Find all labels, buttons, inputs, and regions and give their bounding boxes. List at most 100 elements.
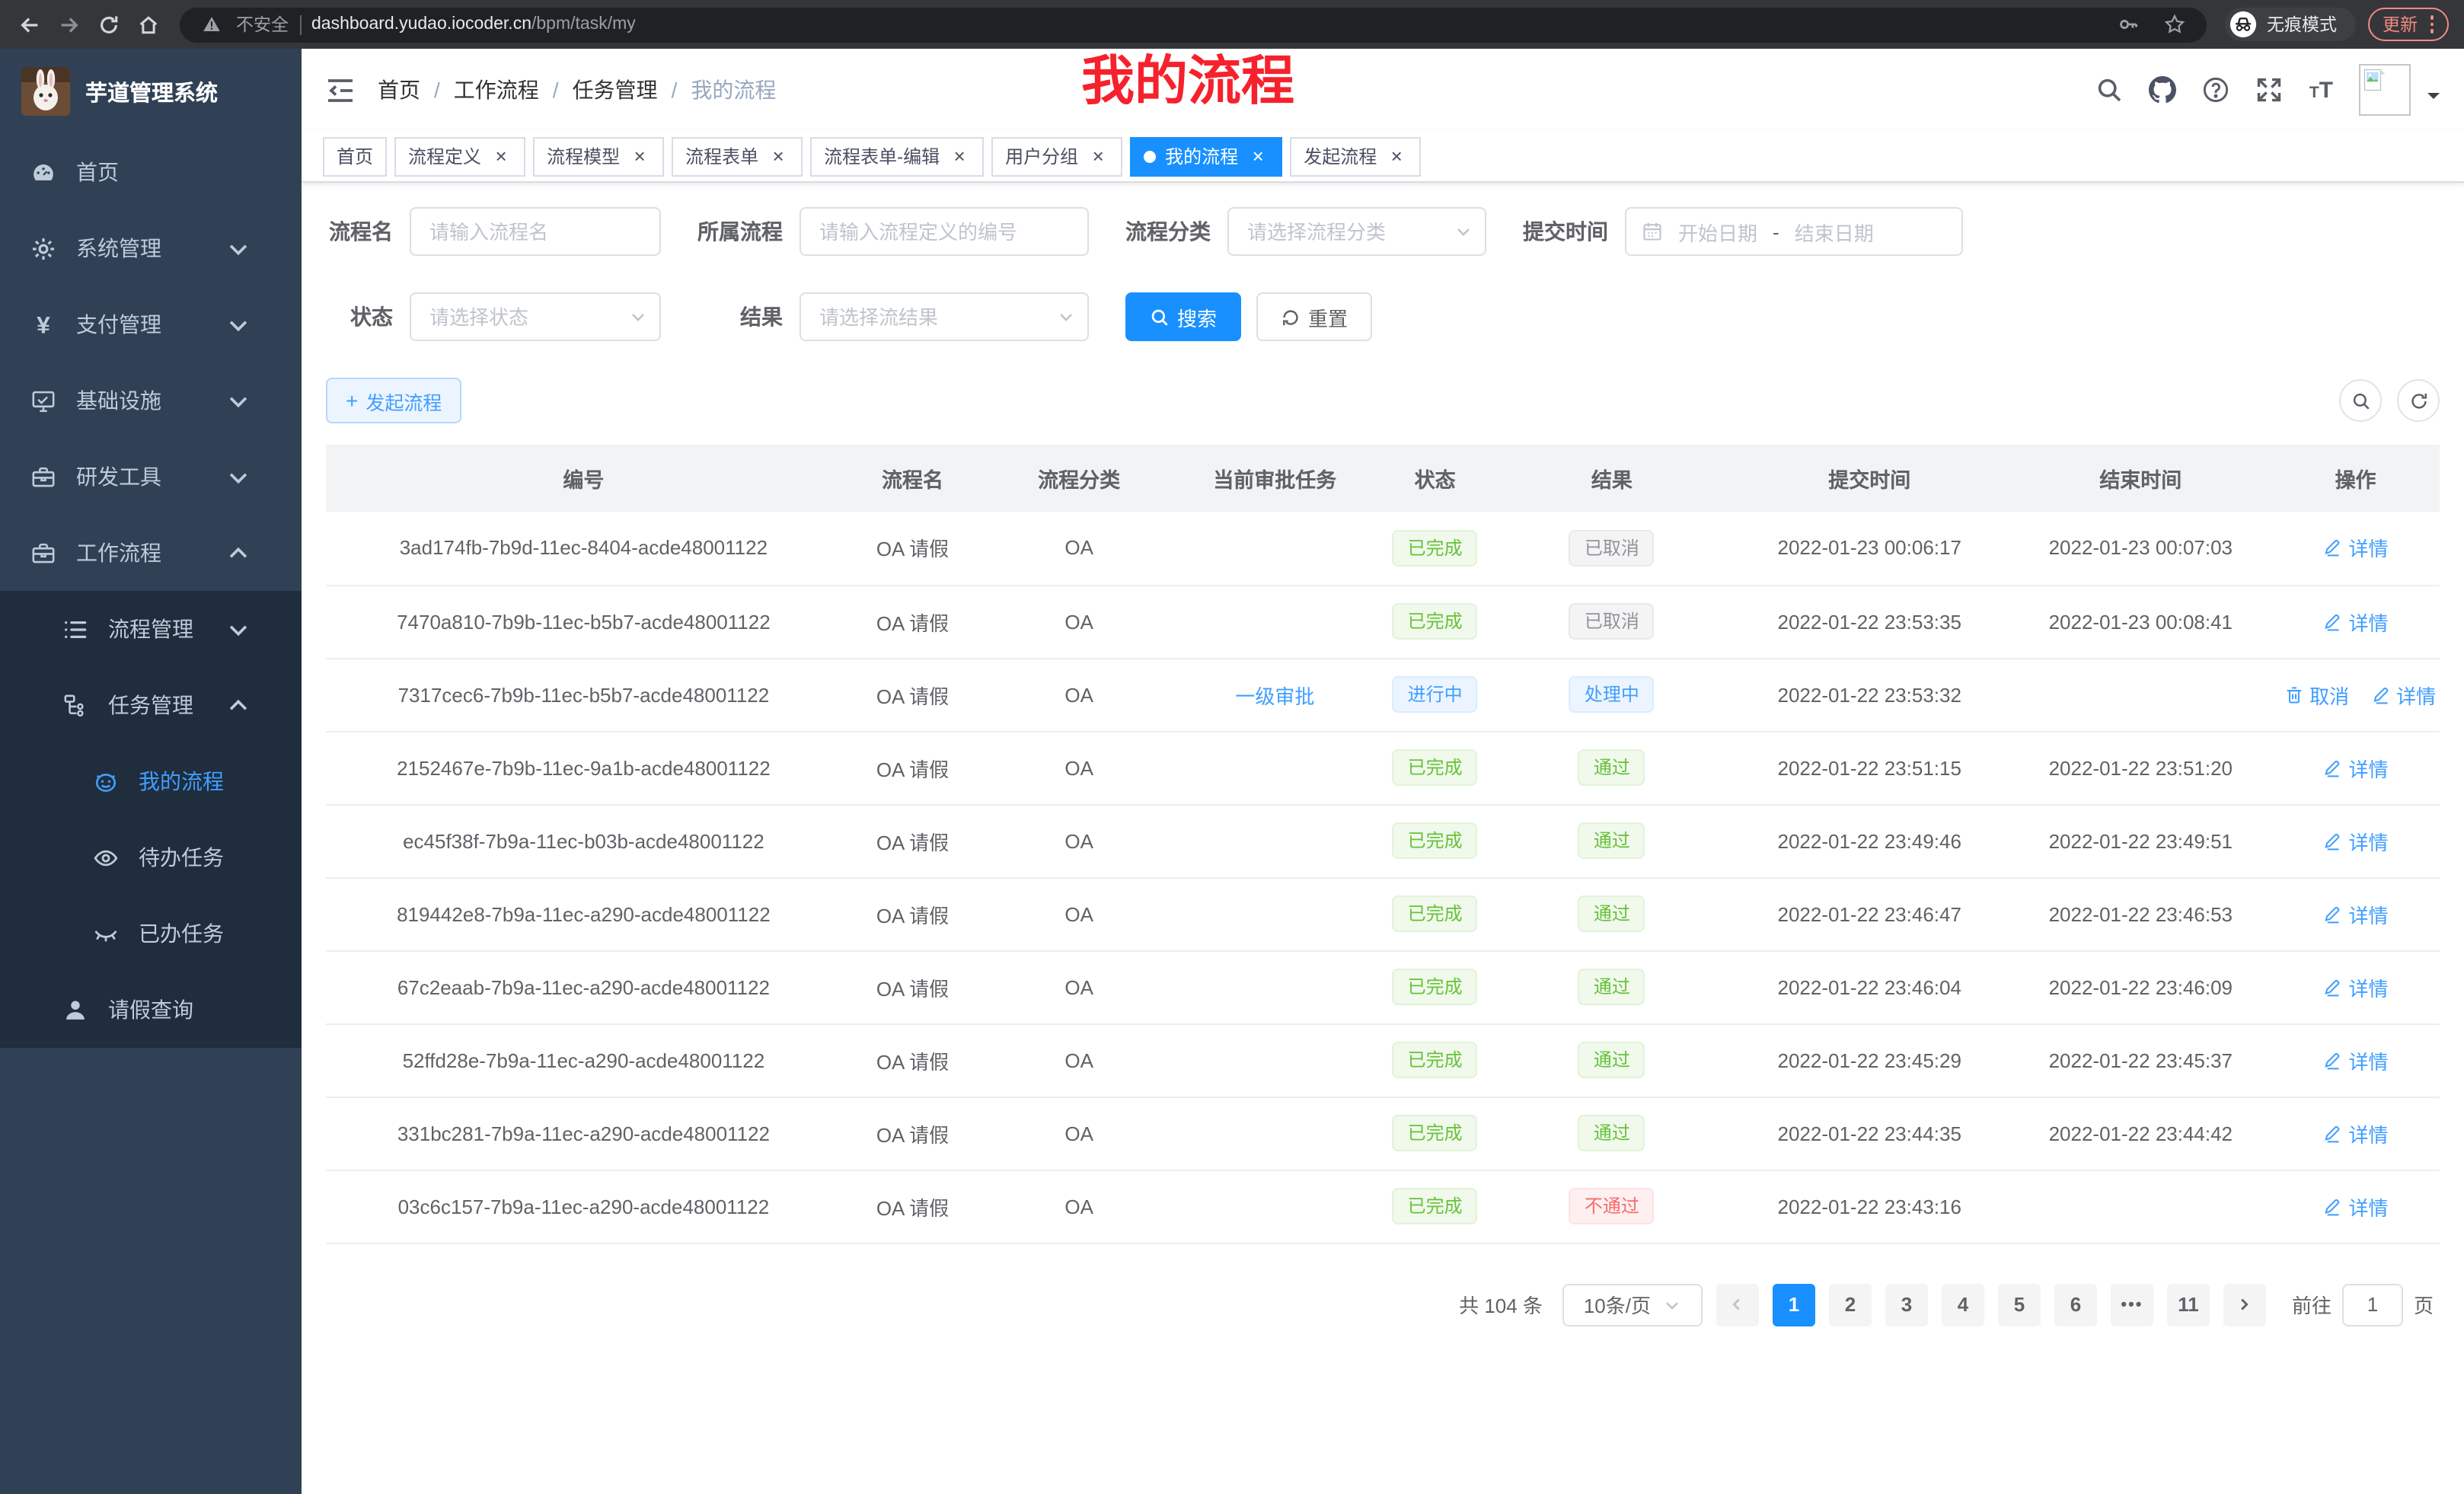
status-select[interactable] — [410, 292, 661, 341]
reset-button[interactable]: 重置 — [1256, 292, 1372, 341]
sidebar-item-workflow[interactable]: 工作流程 — [0, 515, 302, 591]
security-warning-icon[interactable] — [198, 11, 225, 38]
table-row: 7470a810-7b9b-11ec-b5b7-acde48001122OA 请… — [326, 585, 2440, 658]
fullscreen-icon[interactable] — [2256, 76, 2284, 104]
search-icon[interactable] — [2096, 76, 2124, 104]
tab-start-process[interactable]: 发起流程× — [1290, 136, 1421, 176]
process-name-input[interactable] — [410, 207, 661, 256]
hamburger-icon[interactable] — [326, 77, 355, 103]
goto-page-input[interactable] — [2342, 1283, 2403, 1326]
start-process-button[interactable]: + 发起流程 — [326, 378, 461, 423]
sidebar-item-infrastructure[interactable]: 基础设施 — [0, 362, 302, 439]
next-page-button[interactable] — [2223, 1283, 2266, 1326]
search-button[interactable]: 搜索 — [1125, 292, 1241, 341]
sidebar-item-dev-tools[interactable]: 研发工具 — [0, 439, 302, 515]
breadcrumb-item[interactable]: 首页 — [378, 75, 420, 105]
close-icon[interactable]: × — [768, 145, 789, 167]
cell-process-name: OA 请假 — [841, 658, 984, 731]
status-select-input[interactable] — [410, 292, 661, 341]
more-pages-icon[interactable]: ••• — [2111, 1283, 2153, 1326]
close-icon[interactable]: × — [490, 145, 512, 167]
sidebar-item-task-mgmt[interactable]: 任务管理 — [0, 667, 302, 743]
detail-link[interactable]: 详情 — [2323, 534, 2389, 563]
page-button-5[interactable]: 5 — [1998, 1283, 2041, 1326]
sidebar-item-home[interactable]: 首页 — [0, 134, 302, 210]
detail-link[interactable]: 详情 — [2323, 972, 2389, 1001]
page-button-4[interactable]: 4 — [1942, 1283, 1984, 1326]
star-icon[interactable] — [2160, 11, 2188, 38]
detail-link[interactable]: 详情 — [2323, 899, 2389, 928]
sidebar-item-leave-query[interactable]: 请假查询 — [0, 972, 302, 1048]
table-search-toggle-button[interactable] — [2339, 379, 2382, 422]
home-icon[interactable] — [134, 11, 161, 38]
reload-icon[interactable] — [94, 11, 122, 38]
help-icon[interactable] — [2203, 76, 2230, 104]
status-badge: 已完成 — [1393, 1115, 1478, 1151]
process-category-select-input[interactable] — [1227, 207, 1486, 256]
prev-page-button[interactable] — [1716, 1283, 1759, 1326]
detail-link[interactable]: 详情 — [2323, 607, 2389, 636]
user-avatar[interactable] — [2359, 64, 2411, 116]
chevron-down-icon — [225, 616, 251, 642]
detail-link[interactable]: 详情 — [2323, 1192, 2389, 1221]
cell-submit-time: 2022-01-22 23:44:35 — [1729, 1097, 2010, 1170]
detail-link[interactable]: 详情 — [2323, 826, 2389, 855]
detail-link[interactable]: 详情 — [2323, 753, 2389, 782]
column-header: 当前审批任务 — [1174, 445, 1375, 512]
tab-process-model[interactable]: 流程模型× — [533, 136, 664, 176]
page-button-1[interactable]: 1 — [1773, 1283, 1815, 1326]
sidebar-item-process-mgmt[interactable]: 流程管理 — [0, 591, 302, 667]
key-icon[interactable] — [2115, 11, 2142, 38]
process-category-select[interactable] — [1227, 207, 1486, 256]
github-icon[interactable] — [2150, 76, 2177, 104]
breadcrumb-item[interactable]: 任务管理 — [573, 75, 658, 105]
browser-chrome: 不安全 dashboard.yudao.iocoder.cn/bpm/task/… — [0, 0, 2464, 49]
process-definition-input[interactable] — [800, 207, 1089, 256]
tab-process-form[interactable]: 流程表单× — [672, 136, 803, 176]
sidebar-item-payment[interactable]: ¥支付管理 — [0, 286, 302, 362]
result-select-input[interactable] — [800, 292, 1089, 341]
status-badge: 已完成 — [1393, 969, 1478, 1005]
breadcrumb-item[interactable]: 工作流程 — [454, 75, 539, 105]
close-icon[interactable]: × — [629, 145, 650, 167]
tab-my-process[interactable]: 我的流程× — [1130, 136, 1282, 176]
page-button-2[interactable]: 2 — [1829, 1283, 1872, 1326]
browser-menu-icon[interactable] — [2430, 16, 2434, 34]
sidebar-item-label: 待办任务 — [139, 842, 224, 873]
close-icon[interactable]: × — [1386, 145, 1407, 167]
app-logo[interactable]: 芋道管理系统 — [0, 49, 302, 134]
table-refresh-button[interactable] — [2397, 379, 2440, 422]
row-actions: 详情 — [2312, 613, 2399, 636]
page-button-6[interactable]: 6 — [2054, 1283, 2097, 1326]
sidebar-item-system[interactable]: 系统管理 — [0, 210, 302, 286]
close-icon[interactable]: × — [1087, 145, 1109, 167]
submit-time-range-picker[interactable]: 开始日期 - 结束日期 — [1625, 207, 1963, 256]
avatar-caret-icon[interactable] — [2427, 93, 2440, 105]
sidebar-item-my-process[interactable]: 我的流程 — [0, 743, 302, 819]
current-task-link[interactable]: 一级审批 — [1235, 685, 1314, 707]
font-size-icon[interactable]: TT — [2309, 78, 2333, 101]
close-icon[interactable]: × — [1247, 145, 1269, 167]
close-icon[interactable]: × — [949, 145, 970, 167]
address-bar[interactable]: 不安全 dashboard.yudao.iocoder.cn/bpm/task/… — [180, 7, 2206, 42]
detail-link[interactable]: 详情 — [2323, 1045, 2389, 1074]
tab-home[interactable]: 首页 — [323, 136, 387, 176]
page-button-3[interactable]: 3 — [1885, 1283, 1928, 1326]
tab-user-group[interactable]: 用户分组× — [991, 136, 1122, 176]
page-button-11[interactable]: 11 — [2167, 1283, 2210, 1326]
start-date-placeholder[interactable]: 开始日期 — [1678, 217, 1757, 246]
forward-icon[interactable] — [55, 11, 82, 38]
sidebar-item-done-tasks[interactable]: 已办任务 — [0, 895, 302, 972]
update-button[interactable]: 更新 — [2367, 8, 2449, 41]
back-icon[interactable] — [15, 11, 43, 38]
cancel-link[interactable]: 取消 — [2284, 680, 2349, 709]
detail-link[interactable]: 详情 — [2323, 1119, 2389, 1148]
detail-link[interactable]: 详情 — [2370, 680, 2436, 709]
tab-process-definition[interactable]: 流程定义× — [394, 136, 525, 176]
result-select[interactable] — [800, 292, 1089, 341]
tab-process-form-edit[interactable]: 流程表单-编辑× — [810, 136, 984, 176]
page-size-select[interactable]: 10条/页 — [1562, 1283, 1703, 1326]
end-date-placeholder[interactable]: 结束日期 — [1795, 217, 1874, 246]
table-row: ec45f38f-7b9a-11ec-b03b-acde48001122OA 请… — [326, 804, 2440, 877]
sidebar-item-todo-tasks[interactable]: 待办任务 — [0, 819, 302, 895]
